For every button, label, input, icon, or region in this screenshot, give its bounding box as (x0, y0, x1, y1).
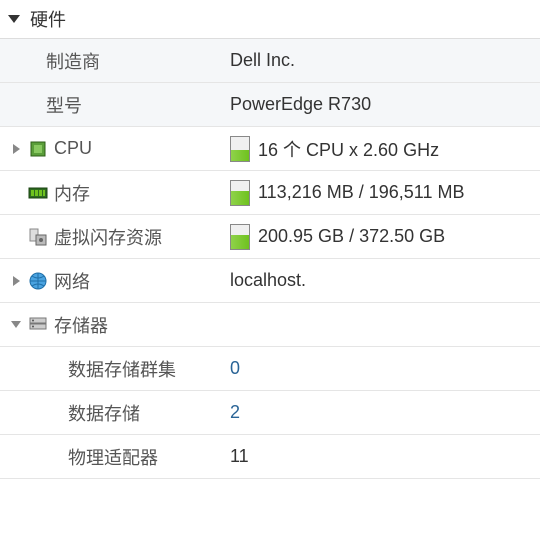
label-manufacturer: 制造商 (46, 48, 100, 74)
triangle-down-icon (11, 321, 21, 328)
value-cell: Dell Inc. (218, 50, 540, 71)
vflash-icon (28, 227, 48, 247)
row-storage[interactable]: 存储器 (0, 303, 540, 347)
value-manufacturer: Dell Inc. (230, 50, 295, 71)
label-cell: 数据存储群集 (0, 356, 218, 382)
memory-usage-fill (231, 191, 249, 205)
row-ds-cluster: 数据存储群集 0 (0, 347, 540, 391)
label-cell: 制造商 (0, 48, 218, 74)
value-cell: PowerEdge R730 (218, 94, 540, 115)
cpu-usage-bar (230, 136, 250, 162)
value-datastore[interactable]: 2 (230, 402, 240, 423)
value-memory: 113,216 MB / 196,511 MB (258, 182, 464, 203)
label-memory: 内存 (54, 180, 90, 206)
label-vflash: 虚拟闪存资源 (54, 224, 162, 250)
value-cell: 0 (218, 358, 540, 379)
triangle-right-icon (13, 144, 20, 154)
section-title: 硬件 (30, 6, 66, 32)
row-manufacturer: 制造商 Dell Inc. (0, 39, 540, 83)
vflash-usage-bar (230, 224, 250, 250)
label-cpu: CPU (54, 138, 92, 159)
expand-toggle[interactable] (10, 144, 22, 154)
section-header-hardware[interactable]: 硬件 (0, 0, 540, 38)
cpu-usage-fill (231, 150, 249, 161)
expand-toggle[interactable] (10, 276, 22, 286)
triangle-right-icon (13, 276, 20, 286)
row-memory: 内存 113,216 MB / 196,511 MB (0, 171, 540, 215)
label-phys-adapter: 物理适配器 (68, 444, 158, 470)
label-cell: 存储器 (0, 312, 218, 338)
value-cell: 2 (218, 402, 540, 423)
memory-usage-bar (230, 180, 250, 206)
storage-icon (28, 315, 48, 335)
value-cpu: 16 个 CPU x 2.60 GHz (258, 136, 439, 162)
label-network: 网络 (54, 268, 90, 294)
label-cell: 型号 (0, 92, 218, 118)
row-network[interactable]: 网络 localhost. (0, 259, 540, 303)
label-storage: 存储器 (54, 312, 108, 338)
label-cell: 内存 (0, 180, 218, 206)
value-ds-cluster[interactable]: 0 (230, 358, 240, 379)
value-model: PowerEdge R730 (230, 94, 371, 115)
label-cell: CPU (0, 138, 218, 159)
memory-icon (28, 183, 48, 203)
row-model: 型号 PowerEdge R730 (0, 83, 540, 127)
label-cell: 虚拟闪存资源 (0, 224, 218, 250)
value-vflash: 200.95 GB / 372.50 GB (258, 226, 445, 247)
value-phys-adapter: 11 (230, 446, 249, 467)
row-phys-adapter: 物理适配器 11 (0, 435, 540, 479)
expand-toggle[interactable] (10, 321, 22, 328)
row-vflash: 虚拟闪存资源 200.95 GB / 372.50 GB (0, 215, 540, 259)
label-cell: 物理适配器 (0, 444, 218, 470)
value-cell: localhost. (218, 270, 540, 291)
row-cpu[interactable]: CPU 16 个 CPU x 2.60 GHz (0, 127, 540, 171)
hardware-grid: 制造商 Dell Inc. 型号 PowerEdge R730 CPU 16 个 (0, 38, 540, 479)
value-cell: 113,216 MB / 196,511 MB (218, 180, 540, 206)
row-datastore: 数据存储 2 (0, 391, 540, 435)
label-ds-cluster: 数据存储群集 (68, 356, 176, 382)
label-model: 型号 (46, 92, 82, 118)
vflash-usage-fill (231, 235, 249, 248)
value-cell: 11 (218, 446, 540, 467)
triangle-down-icon (8, 15, 20, 23)
value-cell: 16 个 CPU x 2.60 GHz (218, 136, 540, 162)
value-cell: 200.95 GB / 372.50 GB (218, 224, 540, 250)
label-cell: 数据存储 (0, 400, 218, 426)
label-cell: 网络 (0, 268, 218, 294)
cpu-icon (28, 139, 48, 159)
value-network: localhost. (230, 270, 306, 291)
network-globe-icon (28, 271, 48, 291)
label-datastore: 数据存储 (68, 400, 140, 426)
